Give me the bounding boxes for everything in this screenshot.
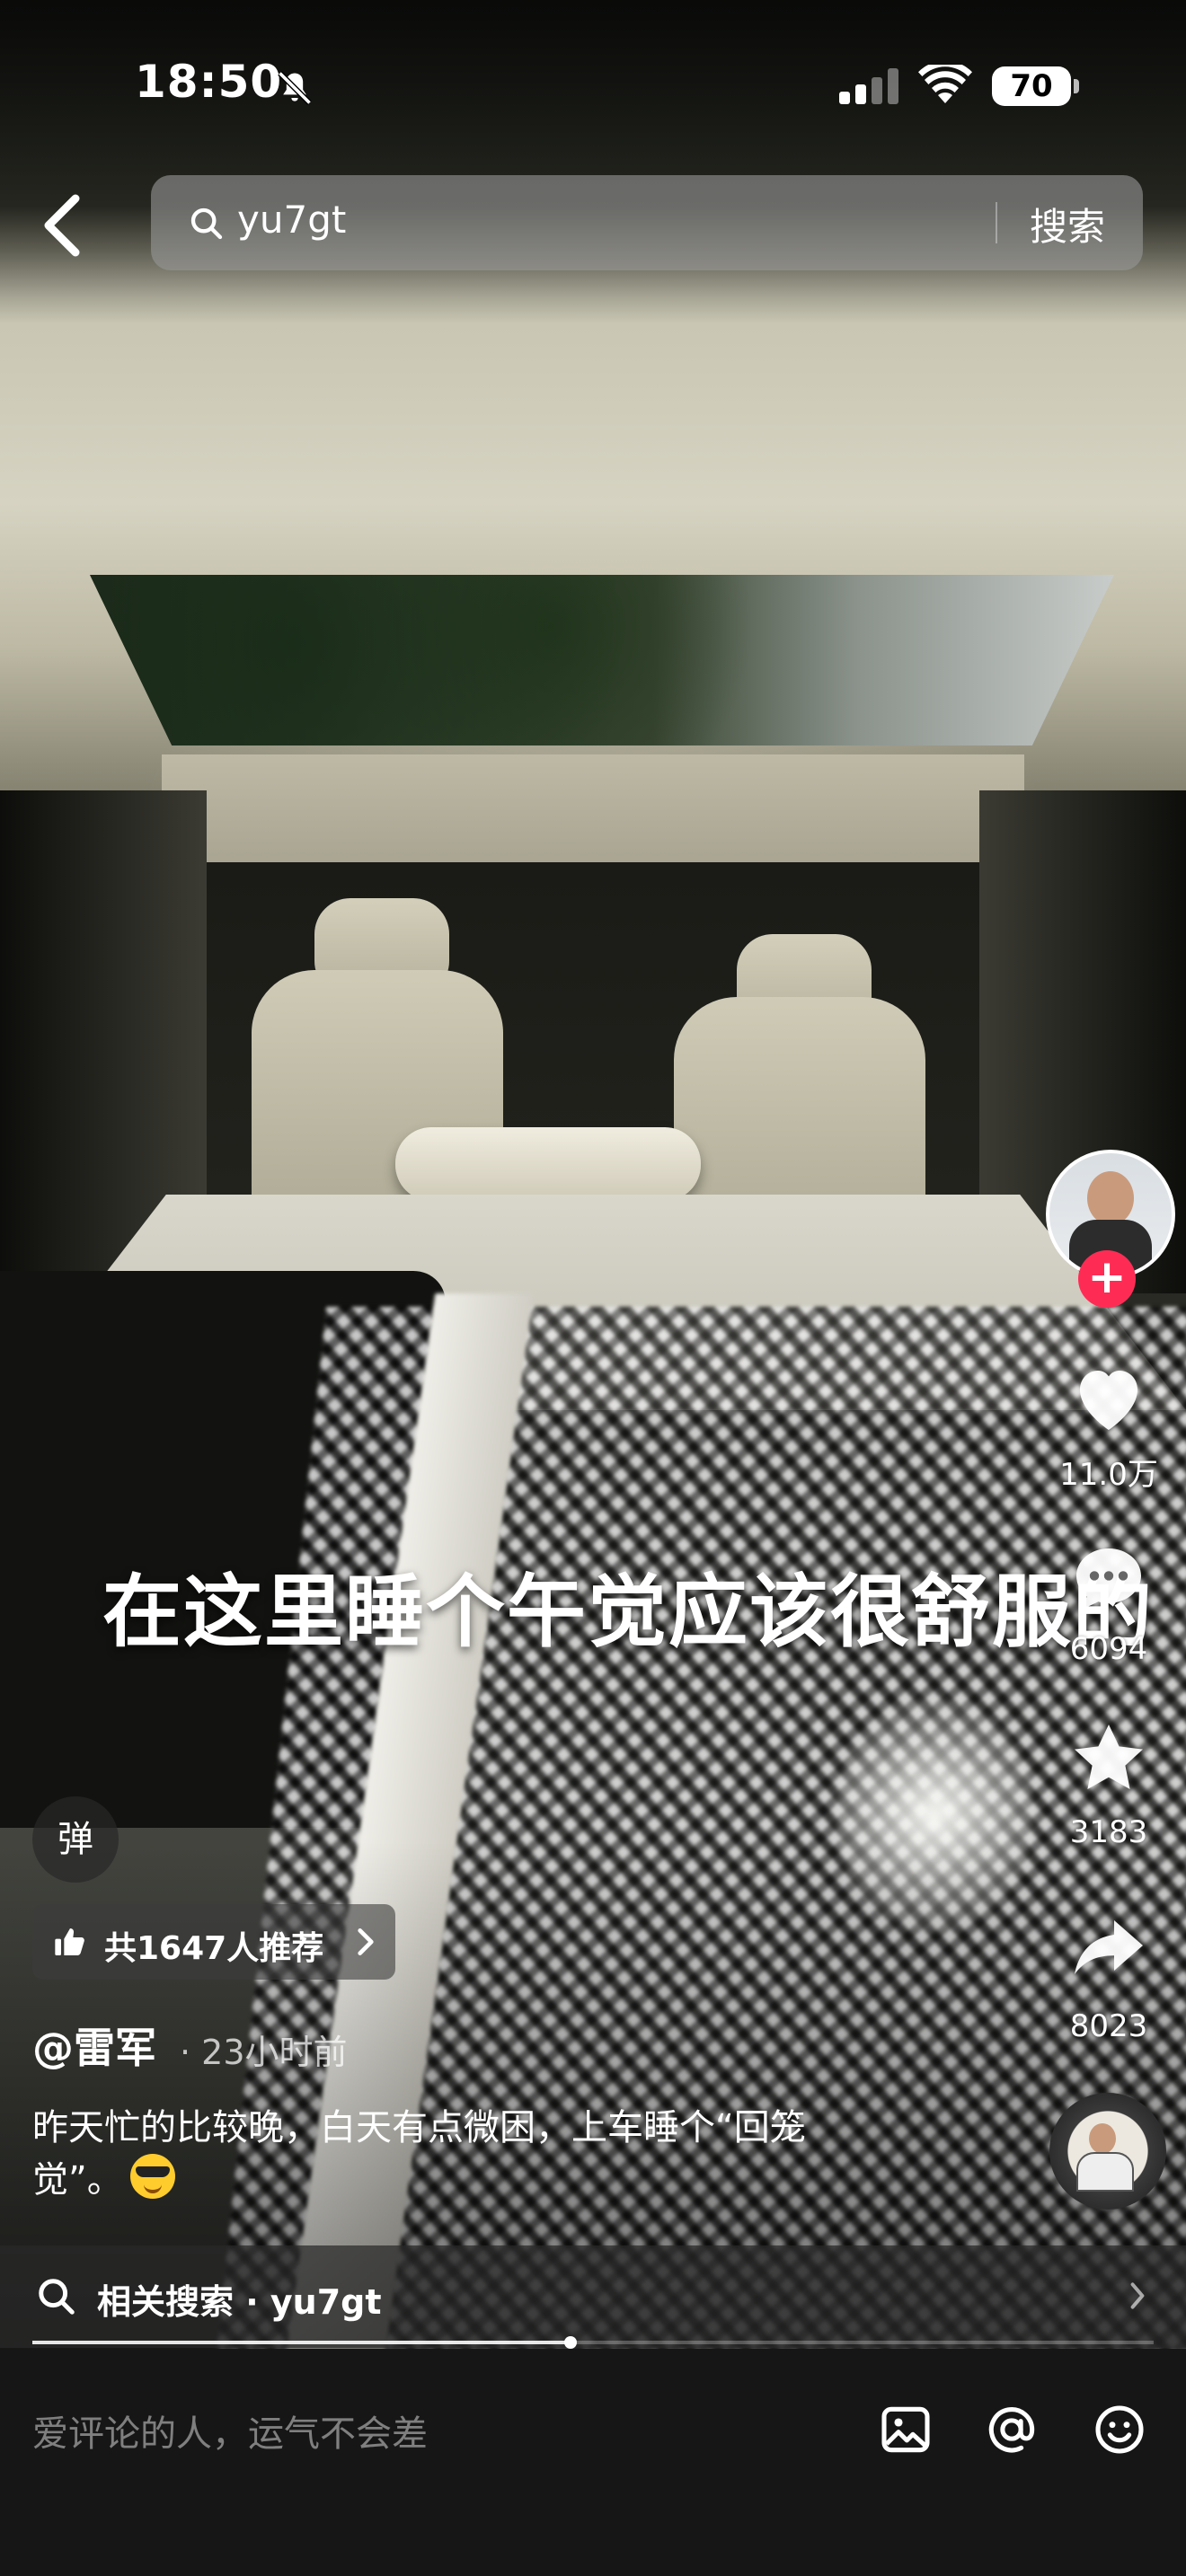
avatar-face xyxy=(1087,1171,1134,1225)
comment-bar: 爱评论的人，运气不会差 xyxy=(0,2349,1186,2576)
star-icon[interactable] xyxy=(1066,1716,1152,1802)
music-disc-body xyxy=(1076,2152,1134,2192)
chevron-right-icon xyxy=(358,1928,374,1955)
comment-count: 6094 xyxy=(1069,1631,1148,1667)
author-name[interactable]: @雷军 xyxy=(32,2016,156,2075)
status-time: 18:50 xyxy=(135,56,283,108)
mention-icon[interactable] xyxy=(983,2401,1040,2458)
search-divider xyxy=(996,202,997,243)
related-search-bar[interactable]: 相关搜索 · yu7gt xyxy=(0,2245,1186,2348)
video-player[interactable] xyxy=(0,0,1186,2349)
recommend-chip[interactable]: 共1647人推荐 xyxy=(32,1904,395,1980)
headliner-image xyxy=(162,754,1024,862)
recommend-text: 共1647人推荐 xyxy=(104,1930,324,1967)
share-icon[interactable] xyxy=(1066,1904,1152,1990)
back-arrow-icon[interactable] xyxy=(40,193,84,258)
search-button[interactable]: 搜索 xyxy=(1030,197,1105,251)
description-line-2: 觉”。 xyxy=(32,2159,123,2201)
video-progress-fill xyxy=(32,2341,571,2344)
bell-muted-icon xyxy=(278,71,312,105)
music-disc-face xyxy=(1089,2123,1116,2154)
pillow-image xyxy=(395,1127,701,1201)
search-icon xyxy=(39,2279,75,2315)
battery-indicator: 70 xyxy=(992,66,1079,106)
status-bar: 18:50 70 xyxy=(0,0,1186,171)
like-count: 11.0万 xyxy=(1059,1457,1158,1493)
music-disc[interactable] xyxy=(1049,2093,1166,2210)
chevron-right-icon xyxy=(1130,2282,1145,2309)
heart-icon[interactable] xyxy=(1066,1354,1152,1441)
favorite-count: 3183 xyxy=(1069,1814,1148,1850)
sunroof-image xyxy=(90,575,1114,745)
search-input[interactable]: yu7gt xyxy=(237,198,346,242)
image-icon[interactable] xyxy=(877,2401,934,2458)
post-time: · 23小时前 xyxy=(180,2033,348,2072)
comment-icon[interactable] xyxy=(1066,1536,1152,1622)
video-progress-handle[interactable] xyxy=(564,2336,578,2349)
cellular-signal-icon xyxy=(839,68,898,104)
share-count: 8023 xyxy=(1069,2008,1148,2044)
wifi-icon xyxy=(918,65,972,103)
sunglasses-emoji-icon xyxy=(129,2154,175,2199)
video-description[interactable]: 昨天忙的比较晚，白天有点微困，上车睡个“回笼 觉”。 xyxy=(32,2102,913,2206)
video-progress-bar[interactable] xyxy=(32,2336,1154,2349)
danmu-button[interactable]: 弹 xyxy=(32,1796,119,1883)
thumbs-up-icon xyxy=(55,1928,84,1955)
search-icon xyxy=(190,207,223,240)
follow-button[interactable]: + xyxy=(1078,1250,1136,1308)
video-caption: 在这里睡个午觉应该很舒服的 xyxy=(102,1566,1155,1658)
search-bar[interactable]: yu7gt 搜索 xyxy=(151,175,1143,270)
description-line-1: 昨天忙的比较晚，白天有点微困，上车睡个“回笼 xyxy=(32,2107,806,2148)
related-search-label: 相关搜索 · yu7gt xyxy=(97,2282,382,2322)
emoji-icon[interactable] xyxy=(1091,2401,1148,2458)
comment-input[interactable]: 爱评论的人，运气不会差 xyxy=(32,2404,428,2457)
